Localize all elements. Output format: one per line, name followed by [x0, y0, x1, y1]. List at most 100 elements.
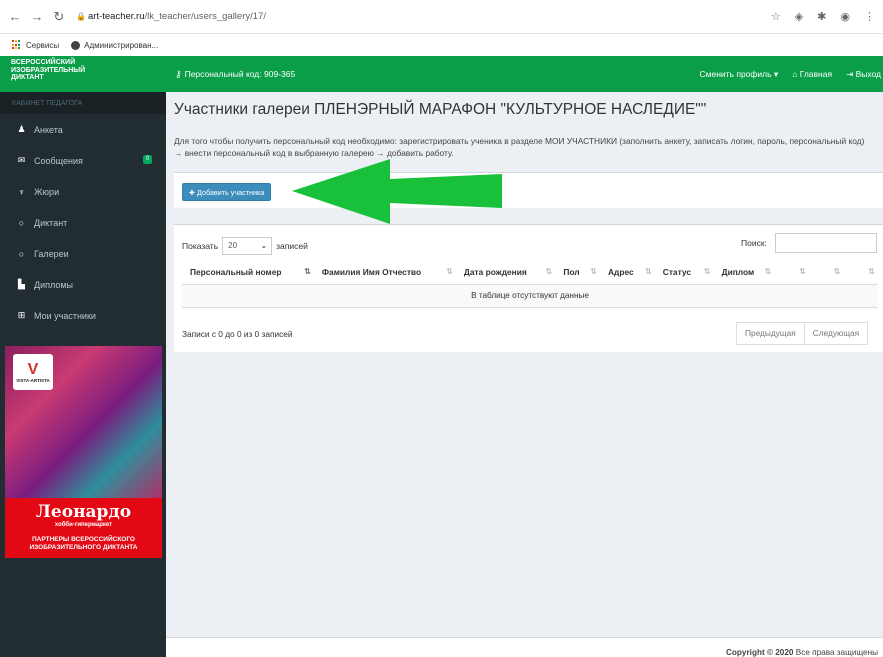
sidebar-item-my-participants[interactable]: ⊞ Мои участники	[0, 300, 166, 331]
entries-label: записей	[276, 241, 308, 251]
column-full-name[interactable]: Фамилия Имя Отчество ⇅	[313, 260, 456, 285]
bookmark-services[interactable]: Сервисы	[12, 40, 59, 50]
page-footer: Copyright © 2020 Все права защищены	[166, 637, 883, 657]
plus-square-icon: ⊞	[17, 310, 26, 320]
file-icon: ▙	[18, 279, 25, 289]
table-header-row: Персональный номер ⇅ Фамилия Имя Отчество…	[182, 260, 878, 285]
bookmark-label: Сервисы	[26, 40, 60, 50]
sidebar-item-jury[interactable]: ♆ Жюри	[0, 176, 166, 207]
sidebar-section-title: Кабинет педагога	[0, 92, 166, 114]
ad-brand: Леонардо	[35, 502, 132, 522]
column-action-2[interactable]: ⇅	[808, 260, 844, 285]
brand-line: изобразительный	[11, 66, 86, 74]
sort-icon: ⇅	[868, 267, 875, 276]
column-action-3[interactable]: ⇅	[843, 260, 878, 285]
column-address[interactable]: Адрес ⇅	[599, 260, 655, 285]
sort-icon: ⇅	[833, 267, 841, 276]
sidebar: Всероссийский изобразительный диктант Ка…	[0, 56, 166, 657]
column-personal-number[interactable]: Персональный номер ⇅	[182, 260, 314, 285]
vista-artista-logo: V VISTA-ARTISTA	[13, 354, 53, 390]
column-label: Персональный номер	[190, 266, 282, 277]
sidebar-item-profile[interactable]: ♟ Анкета	[0, 114, 166, 145]
switch-profile-button[interactable]: Сменить профиль ▾	[700, 69, 779, 80]
back-icon[interactable]: ←	[8, 9, 22, 24]
sidebar-item-label: Сообщения	[34, 155, 83, 166]
sort-icon: ⇅	[446, 267, 453, 276]
trophy-icon: ♆	[18, 186, 25, 197]
column-label: Диплом	[721, 266, 755, 277]
circle-icon: ○	[18, 217, 25, 228]
home-label: Главная	[799, 69, 833, 79]
ad-product-image: V VISTA-ARTISTA	[5, 346, 162, 498]
next-page-button[interactable]: Следующая	[804, 322, 869, 345]
add-participant-box: ✚ Добавить участника	[174, 172, 883, 208]
bookmark-admin[interactable]: Администрирован...	[71, 40, 159, 50]
entries-select[interactable]: 20 ⌄	[222, 237, 273, 255]
brand-logo[interactable]: Всероссийский изобразительный диктант	[0, 56, 166, 92]
column-birth-date[interactable]: Дата рождения ⇅	[455, 260, 556, 285]
add-participant-button[interactable]: ✚ Добавить участника	[182, 183, 272, 201]
url-path: /lk_teacher/users_gallery/17/	[144, 11, 266, 22]
home-icon: ⌂	[792, 69, 798, 79]
chevron-down-icon: ⌄	[260, 241, 268, 250]
column-diploma[interactable]: Диплом ⇅	[713, 260, 775, 285]
ad-partners-line: ПАРТНЕРЫ ВСЕРОССИЙСКОГО	[31, 536, 135, 543]
brand-line: диктант	[11, 74, 44, 81]
pointer-arrow	[292, 159, 502, 224]
sort-icon: ⇅	[703, 267, 711, 276]
puzzle-icon[interactable]: ✱	[817, 10, 826, 23]
previous-page-button[interactable]: Предыдущая	[736, 322, 805, 345]
bookmark-label: Администрирован...	[84, 40, 159, 50]
brand-line: Всероссийский	[11, 59, 76, 66]
forward-icon[interactable]: →	[30, 9, 44, 24]
participants-table-box: Показать 20 ⌄ записей Поиск: Персональный…	[174, 224, 883, 352]
empty-table-row: В таблице отсутствуют данные	[182, 284, 878, 308]
menu-dots-icon[interactable]: ⋮	[864, 10, 875, 23]
user-icon: ♟	[17, 124, 26, 134]
sidebar-item-label: Анкета	[34, 124, 63, 135]
participants-table: Персональный номер ⇅ Фамилия Имя Отчество…	[182, 260, 878, 308]
column-action-1[interactable]: ⇅	[774, 260, 809, 285]
page-title: Участники галереи ПЛЕНЭРНЫЙ МАРАФОН "КУЛ…	[174, 101, 707, 118]
lock-icon: 🔒	[76, 11, 86, 21]
copyright-text: Copyright © 2020 Все права защищены	[726, 648, 878, 657]
add-participant-label: Добавить участника	[197, 188, 265, 197]
caret-down-icon: ▾	[773, 68, 779, 79]
sidebar-item-label: Дипломы	[34, 279, 74, 290]
partner-ad-banner[interactable]: V VISTA-ARTISTA Леонардо хобби-гипермарк…	[5, 346, 162, 558]
table-info: Записи с 0 до 0 из 0 записей	[182, 329, 293, 339]
search-input[interactable]	[775, 233, 877, 253]
copyright-year: Copyright © 2020	[726, 648, 794, 657]
sidebar-item-galleries[interactable]: ○ Галереи	[0, 238, 166, 269]
entries-value: 20	[228, 241, 238, 250]
admin-icon	[71, 40, 81, 50]
address-bar[interactable]: 🔒 art-teacher.ru/lk_teacher/users_galler…	[76, 11, 266, 22]
logout-label: Выход	[855, 68, 881, 79]
key-icon: ⚷	[175, 68, 182, 79]
search-label: Поиск:	[741, 238, 767, 248]
url-text: art-teacher.ru/lk_teacher/users_gallery/…	[88, 11, 266, 22]
home-link[interactable]: ⌂ Главная	[792, 69, 832, 79]
sort-icon: ⇅	[590, 267, 597, 276]
account-icon[interactable]: ◉	[840, 10, 850, 23]
column-status[interactable]: Статус ⇅	[654, 260, 714, 285]
extension-icon[interactable]: ◈	[795, 10, 803, 23]
star-icon[interactable]: ☆	[771, 10, 781, 23]
plus-icon: ✚	[189, 188, 196, 197]
switch-profile-label: Сменить профиль	[699, 68, 772, 79]
show-label: Показать	[182, 241, 219, 251]
column-gender[interactable]: Пол ⇅	[555, 260, 600, 285]
personal-code: Персональный код: 909-365	[184, 69, 296, 79]
copyright-rights: Все права защищены	[795, 648, 878, 657]
ad-partners-line: ИЗОБРАЗИТЕЛЬНОГО ДИКТАНТА	[29, 544, 138, 551]
vista-logo-mark: V	[27, 360, 39, 378]
sidebar-item-messages[interactable]: ✉ Сообщения 0	[0, 145, 166, 176]
sidebar-item-dictation[interactable]: ○ Диктант	[0, 207, 166, 238]
sort-icon: ⇅	[764, 267, 772, 276]
column-label: Пол	[563, 266, 580, 277]
ad-partners-text: ПАРТНЕРЫ ВСЕРОССИЙСКОГО ИЗОБРАЗИТЕЛЬНОГО…	[5, 536, 162, 552]
logout-link[interactable]: ⇥ Выход	[846, 69, 881, 80]
reload-icon[interactable]: ↻	[52, 9, 66, 24]
sidebar-item-diplomas[interactable]: ▙ Дипломы	[0, 269, 166, 300]
column-label: Статус	[662, 266, 691, 277]
